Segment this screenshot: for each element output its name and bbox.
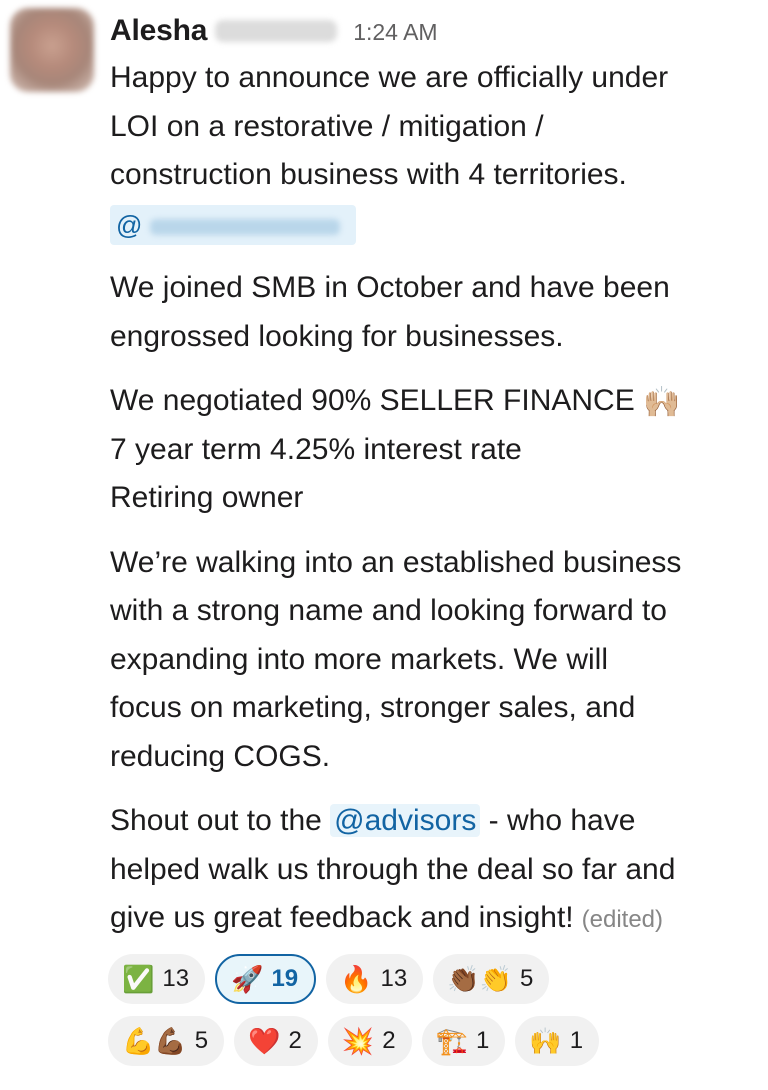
text-line: expanding into more markets. We will [110,642,608,676]
paragraph-3: We negotiated 90% SELLER FINANCE 🙌🏼 7 ye… [110,377,750,523]
reaction-count: 2 [288,1027,302,1054]
reaction-clapping-hands[interactable]: 👏🏾👏 5 [433,954,550,1004]
message-header: Alesha 1:24 AM [110,14,750,54]
text-line: Happy to announce we are officially unde… [110,61,669,94]
text-line: give us great feedback and insight! [110,901,574,934]
reaction-count: 1 [569,1027,584,1054]
check-mark-icon: ✅ [122,964,155,994]
text-line: reducing COGS. [110,739,331,773]
text-line: 7 year term 4.25% interest rate [110,432,522,466]
user-avatar[interactable] [10,8,94,92]
text-line: - who have [480,804,636,837]
author-name[interactable]: Alesha [110,14,207,48]
user-mention-redacted[interactable]: @ [110,204,356,245]
rocket-icon: 🚀 [231,964,264,994]
text-line: construction business with 4 territories… [110,158,627,191]
paragraph-4: We’re walking into an established busine… [110,539,750,782]
reaction-collision[interactable]: 💥 2 [327,1016,412,1066]
collision-icon: 💥 [341,1026,375,1056]
text-line: helped walk us through the deal so far a… [110,852,676,886]
reactions-row: ✅ 13 🚀 19 🔥 13 👏🏾👏 5 [108,954,748,1004]
advisors-mention-link[interactable]: @advisors [330,804,481,837]
text-line: Retiring owner [110,481,304,514]
reaction-red-heart[interactable]: ❤️ 2 [234,1016,318,1066]
reaction-raised-hands[interactable]: 🙌 1 [515,1016,600,1066]
text-line: with a strong name and looking forward t… [110,594,667,627]
raised-hands-emoji-icon: 🙌🏼 [643,386,681,419]
text-line: LOI on a restorative / mitigation / [110,109,544,143]
clapping-hands-icon: 👏🏾👏 [447,964,512,994]
raised-hands-icon: 🙌 [529,1026,562,1056]
reaction-flexed-biceps[interactable]: 💪💪🏾 5 [108,1016,225,1066]
text-line: We joined SMB in October and have been [110,271,670,304]
message: Alesha 1:24 AM Happy to announce we are … [110,14,750,945]
paragraph-5: Shout out to the @advisors - who have he… [110,797,750,945]
reaction-fire[interactable]: 🔥 13 [326,954,424,1004]
mention-redaction [150,218,341,235]
reaction-count: 2 [382,1027,396,1054]
fire-icon: 🔥 [340,964,373,994]
red-heart-icon: ❤️ [248,1026,281,1056]
reaction-count: 13 [162,965,190,992]
text-line: We’re walking into an established busine… [110,545,682,579]
reaction-check-mark[interactable]: ✅ 13 [108,954,206,1004]
author-surname-redacted [215,20,338,42]
reactions-bar: ✅ 13 🚀 19 🔥 13 👏🏾👏 5 💪💪🏾 5 ❤️ 2 💥 2 🏗️ 1… [108,954,748,1078]
text-line: engrossed looking for businesses. [110,319,564,353]
reaction-count: 5 [519,965,534,992]
reactions-row: 💪💪🏾 5 ❤️ 2 💥 2 🏗️ 1 🙌 1 [108,1016,748,1066]
text-line: Shout out to the [110,804,331,837]
reaction-count: 19 [271,965,299,992]
timestamp[interactable]: 1:24 AM [353,19,437,46]
mention-at-sign: @ [116,209,143,240]
flexed-biceps-icon: 💪💪🏾 [122,1026,187,1056]
reaction-count: 5 [194,1027,209,1054]
reaction-rocket[interactable]: 🚀 19 [215,954,317,1004]
message-body: Happy to announce we are officially unde… [110,54,750,945]
text-line: We negotiated 90% SELLER FINANCE [110,384,635,417]
paragraph-1: Happy to announce we are officially unde… [110,54,750,248]
text-line: focus on marketing, stronger sales, and [110,691,636,724]
reaction-count: 13 [380,965,408,992]
edited-label: (edited) [581,906,664,933]
reaction-construction-crane[interactable]: 🏗️ 1 [421,1016,506,1066]
paragraph-2: We joined SMB in October and have been e… [110,264,750,361]
reaction-count: 1 [475,1027,490,1054]
construction-crane-icon: 🏗️ [435,1026,468,1056]
